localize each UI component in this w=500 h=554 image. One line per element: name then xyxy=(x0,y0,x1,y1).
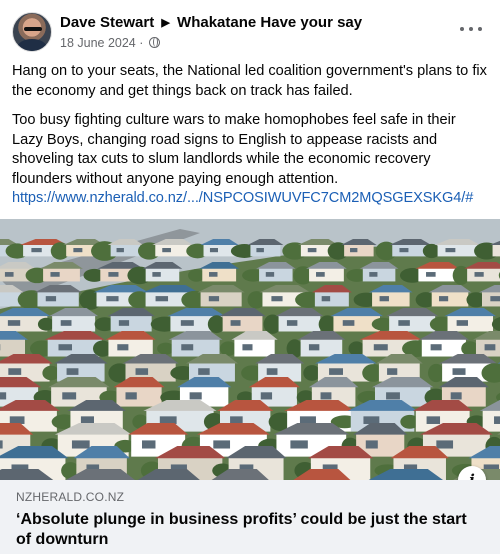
author-line: Dave Stewart ▶ Whakatane Have your say xyxy=(60,14,362,31)
post-date[interactable]: 18 June 2024 xyxy=(60,36,136,50)
post-paragraph-1: Hang on to your seats, the National led … xyxy=(12,63,487,99)
more-options-button[interactable] xyxy=(460,18,482,40)
link-preview-card[interactable]: NZHERALD.CO.NZ ‘Absolute plunge in busin… xyxy=(0,480,500,554)
more-options-icon xyxy=(460,27,464,31)
group-name[interactable]: Whakatane Have your say xyxy=(177,14,362,31)
globe-icon[interactable] xyxy=(148,37,160,48)
avatar-glasses xyxy=(24,27,42,31)
article-photo[interactable] xyxy=(0,219,500,480)
hillside-houses-photo xyxy=(0,219,500,480)
caret-right-icon: ▶ xyxy=(161,17,170,29)
link-domain: NZHERALD.CO.NZ xyxy=(16,490,125,504)
post-meta: 18 June 2024 · xyxy=(60,36,160,50)
post-body: Hang on to your seats, the National led … xyxy=(12,62,488,209)
meta-separator: · xyxy=(139,36,147,50)
post-header: Dave Stewart ▶ Whakatane Have your say 1… xyxy=(0,0,500,60)
article-link[interactable]: https://www.nzherald.co.nz/.../NSPCOSIWU… xyxy=(12,189,488,209)
author-avatar[interactable] xyxy=(12,12,52,52)
link-headline[interactable]: ‘Absolute plunge in business profits’ co… xyxy=(16,510,486,550)
post-paragraph-2: Too busy fighting culture wars to make h… xyxy=(12,112,456,187)
author-name[interactable]: Dave Stewart xyxy=(60,14,154,31)
avatar-shirt xyxy=(17,39,47,51)
